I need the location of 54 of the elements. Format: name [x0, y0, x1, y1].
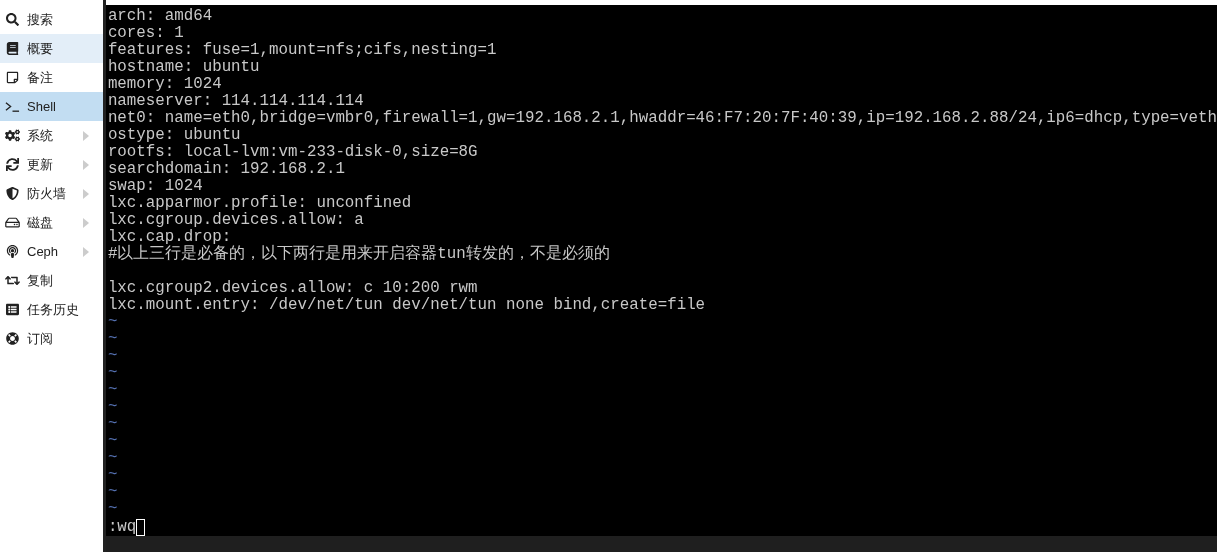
terminal-line: rootfs: local-lvm:vm-233-disk-0,size=8G: [107, 143, 478, 161]
gears-icon: [5, 129, 20, 142]
terminal-line: net0: name=eth0,bridge=vmbr0,firewall=1,gw=192.168.2.1,hwaddr=46:F7:20:7F:40:39,ip=192.168.2.88/24,ip6=dhcp,type=veth: [107, 109, 1217, 127]
terminal-line: swap: 1024: [107, 177, 203, 195]
note-icon: [5, 71, 20, 84]
lifebuoy-icon: [5, 332, 20, 345]
command-line: :wq: [107, 518, 137, 536]
terminal-line: memory: 1024: [107, 75, 222, 93]
sidebar-item[interactable]: 更新: [0, 150, 104, 179]
repeat-icon: [5, 274, 20, 287]
empty-line-marker: ~: [107, 381, 118, 399]
empty-line-marker: ~: [107, 500, 118, 518]
text-cursor: [136, 518, 146, 536]
refresh-icon: [5, 158, 20, 171]
terminal-line: lxc.cgroup.devices.allow: a: [107, 211, 364, 229]
empty-line-marker: ~: [107, 432, 118, 450]
shield-icon: [5, 187, 20, 200]
terminal[interactable]: [105, 4, 1217, 536]
sidebar-item[interactable]: 订阅: [0, 324, 104, 353]
terminal-line: lxc.apparmor.profile: unconfined: [107, 194, 412, 212]
broadcast-icon: [5, 245, 20, 258]
empty-line-marker: ~: [107, 449, 118, 467]
sidebar-item[interactable]: 任务历史: [0, 295, 104, 324]
sidebar-item[interactable]: 防火墙: [0, 179, 104, 208]
terminal-line: ostype: ubuntu: [107, 126, 241, 144]
terminal-line: searchdomain: 192.168.2.1: [107, 160, 345, 178]
sidebar-item[interactable]: Ceph: [0, 237, 104, 266]
terminal-line: nameserver: 114.114.114.114: [107, 92, 364, 110]
sidebar-item[interactable]: 搜索: [0, 5, 104, 34]
search-icon: [5, 13, 20, 26]
empty-line-marker: ~: [107, 347, 118, 365]
book-icon: [5, 42, 20, 55]
list-icon: [5, 303, 20, 316]
empty-line-marker: ~: [107, 364, 118, 382]
empty-line-marker: ~: [107, 398, 118, 416]
empty-line-marker: ~: [107, 483, 118, 501]
sidebar-item[interactable]: 概要: [0, 34, 104, 63]
empty-line-marker: ~: [107, 313, 118, 331]
terminal-line: #以上三行是必备的，以下两行是用来开启容器tun转发的，不是必须的: [107, 245, 610, 263]
empty-line-marker: ~: [107, 415, 118, 433]
terminal-line: hostname: ubuntu: [107, 58, 260, 76]
terminal-line: cores: 1: [107, 24, 184, 42]
terminal-line: lxc.cgroup2.devices.allow: c 10:200 rwm: [107, 279, 478, 297]
sidebar-item[interactable]: 磁盘: [0, 208, 104, 237]
empty-line-marker: ~: [107, 330, 118, 348]
empty-line-marker: ~: [107, 466, 118, 484]
sidebar-item[interactable]: 复制: [0, 266, 104, 295]
terminal-line: arch: amd64: [107, 7, 213, 25]
terminal-icon: [5, 100, 20, 113]
sidebar-item[interactable]: 系统: [0, 121, 104, 150]
terminal-line: features: fuse=1,mount=nfs;cifs,nesting=1: [107, 41, 497, 59]
terminal-line: lxc.mount.entry: /dev/net/tun dev/net/tun none bind,create=file: [107, 296, 706, 314]
sidebar-item[interactable]: 备注: [0, 63, 104, 92]
sidebar-item[interactable]: Shell: [0, 92, 104, 121]
